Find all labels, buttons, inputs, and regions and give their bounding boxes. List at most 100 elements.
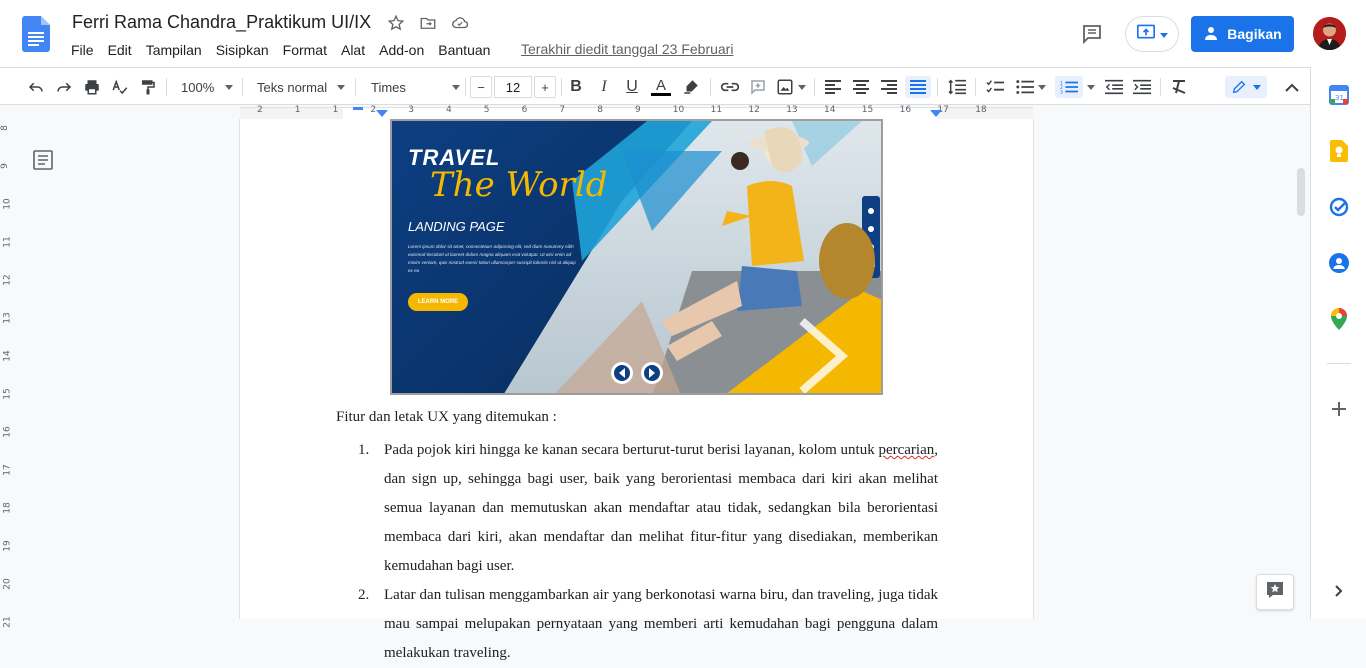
text-color-icon[interactable]: A	[650, 76, 672, 98]
line-spacing-icon[interactable]	[945, 76, 969, 98]
chevron-down-icon[interactable]	[1085, 76, 1097, 98]
bold-icon[interactable]: B	[566, 76, 586, 98]
align-justify-icon[interactable]	[905, 76, 931, 98]
underline-icon[interactable]: U	[622, 76, 642, 98]
chevron-down-icon	[1160, 25, 1168, 43]
comment-history-icon[interactable]	[1080, 22, 1104, 46]
ruler-mark: 6	[521, 105, 528, 115]
increase-font-size-button[interactable]: +	[534, 76, 556, 98]
undo-icon[interactable]	[24, 76, 48, 98]
last-edit-link[interactable]: Terakhir diedit tanggal 23 Februari	[521, 41, 733, 57]
spellcheck-icon[interactable]	[108, 76, 132, 98]
ruler-mark: 10	[2, 198, 13, 210]
keep-notes-icon[interactable]	[1329, 140, 1349, 162]
ruler-mark: 4	[446, 105, 452, 115]
ruler-mark: 12	[748, 105, 760, 115]
intro-paragraph: Fitur dan letak UX yang ditemukan :	[336, 409, 557, 425]
align-center-icon[interactable]	[850, 76, 872, 98]
misspelled-word[interactable]: percarian	[878, 442, 934, 458]
ruler-mark: 11	[2, 236, 13, 248]
print-icon[interactable]	[80, 76, 104, 98]
present-button[interactable]	[1125, 16, 1179, 52]
ruler-mark: 11	[710, 105, 723, 115]
ruler-mark: 1	[332, 105, 339, 115]
share-button[interactable]: Bagikan	[1191, 16, 1294, 52]
decrease-font-size-button[interactable]: −	[470, 76, 492, 98]
zoom-select[interactable]: 100%	[181, 77, 233, 97]
horizontal-ruler[interactable]: 2 1 1 2 3 4 5 6 7 8 9 10 11 12 13 14 15 16 17 18	[0, 105, 1310, 120]
paragraph-style-select[interactable]: Teks normal	[257, 77, 345, 97]
document-outline-icon[interactable]	[33, 150, 53, 170]
ruler-mark: 16	[2, 426, 13, 438]
increase-indent-icon[interactable]	[1130, 76, 1154, 98]
redo-icon[interactable]	[52, 76, 76, 98]
vertical-scrollbar[interactable]	[1297, 168, 1305, 216]
checklist-icon[interactable]	[983, 76, 1007, 98]
star-icon[interactable]	[386, 13, 406, 33]
italic-icon[interactable]: I	[594, 76, 614, 98]
list-item-text: Pada pojok kiri hingga ke kanan secara b…	[384, 442, 879, 458]
maps-icon[interactable]	[1329, 308, 1349, 330]
ruler-mark: 9	[0, 163, 10, 169]
ruler-mark: 18	[2, 502, 13, 514]
vertical-ruler[interactable]: 8 9 10 11 12 13 14 15 16 17 18 19 20 21	[0, 119, 14, 628]
ruler-mark: 17	[2, 464, 13, 476]
menu-tools[interactable]: Alat	[334, 40, 372, 60]
highlight-icon[interactable]	[680, 76, 702, 98]
svg-text:31: 31	[1335, 94, 1344, 102]
contacts-icon[interactable]	[1329, 253, 1349, 273]
tasks-icon[interactable]	[1329, 197, 1349, 217]
avatar[interactable]	[1313, 17, 1346, 50]
font-size-input[interactable]: 12	[494, 76, 532, 98]
list-item: 1. Pada pojok kiri hingga ke kanan secar…	[358, 436, 938, 581]
font-family-select[interactable]: Times	[371, 77, 460, 97]
align-right-icon[interactable]	[878, 76, 900, 98]
document-title[interactable]: Ferri Rama Chandra_Praktikum UI/IX	[72, 12, 371, 33]
numbered-list-icon[interactable]: 123	[1055, 76, 1083, 98]
collapse-toolbar-icon[interactable]	[1280, 76, 1304, 98]
ruler-mark: 8	[597, 105, 603, 115]
editing-mode-button[interactable]	[1225, 76, 1267, 98]
right-indent-marker[interactable]	[930, 110, 942, 118]
menu-edit[interactable]: Edit	[101, 40, 139, 60]
insert-image-icon[interactable]	[774, 76, 808, 98]
ruler-mark: 7	[559, 105, 566, 115]
ruler-mark: 9	[635, 105, 641, 115]
docs-logo-icon[interactable]	[22, 16, 50, 52]
menu-insert[interactable]: Sisipkan	[209, 40, 276, 60]
menu-help[interactable]: Bantuan	[431, 40, 497, 60]
ruler-mark: 3	[408, 105, 414, 115]
menu-file[interactable]: File	[64, 40, 101, 60]
app-header: Ferri Rama Chandra_Praktikum UI/IX File …	[0, 0, 1366, 67]
present-icon	[1136, 23, 1156, 46]
clear-formatting-icon[interactable]	[1167, 76, 1191, 98]
decrease-indent-icon[interactable]	[1102, 76, 1126, 98]
menu-format[interactable]: Format	[276, 40, 334, 60]
list-item: 2. Latar dan tulisan menggambarkan air y…	[358, 581, 938, 668]
explore-button[interactable]	[1256, 574, 1294, 610]
ruler-mark: 5	[483, 105, 490, 115]
link-icon[interactable]	[718, 76, 742, 98]
bulleted-list-icon[interactable]	[1012, 76, 1050, 98]
document-page[interactable]: TRAVEL The World LANDING PAGE Lorem ipsu…	[239, 119, 1034, 661]
first-line-indent-marker[interactable]	[352, 107, 364, 117]
menu-addons[interactable]: Add-on	[372, 40, 431, 60]
chevron-down-icon	[337, 84, 345, 90]
ruler-mark: 15	[2, 388, 13, 400]
calendar-icon[interactable]: 31	[1329, 85, 1349, 105]
list-item-text: , dan sign up, sehingga bagi user, baik …	[384, 442, 938, 574]
align-left-icon[interactable]	[822, 76, 844, 98]
minus-icon: −	[477, 79, 485, 95]
travel-landing-image[interactable]: TRAVEL The World LANDING PAGE Lorem ipsu…	[390, 119, 883, 395]
cloud-status-icon[interactable]	[450, 13, 470, 33]
move-folder-icon[interactable]	[418, 13, 438, 33]
pencil-icon	[1231, 79, 1247, 95]
menu-view[interactable]: Tampilan	[139, 40, 209, 60]
ruler-mark: 21	[2, 616, 13, 628]
paint-format-icon[interactable]	[136, 76, 160, 98]
learn-more-button: LEARN MORE	[417, 299, 459, 305]
add-addon-icon[interactable]	[1329, 399, 1349, 419]
expand-panel-icon[interactable]	[1329, 581, 1349, 601]
add-comment-icon[interactable]	[746, 76, 770, 98]
left-indent-marker[interactable]	[376, 110, 388, 118]
